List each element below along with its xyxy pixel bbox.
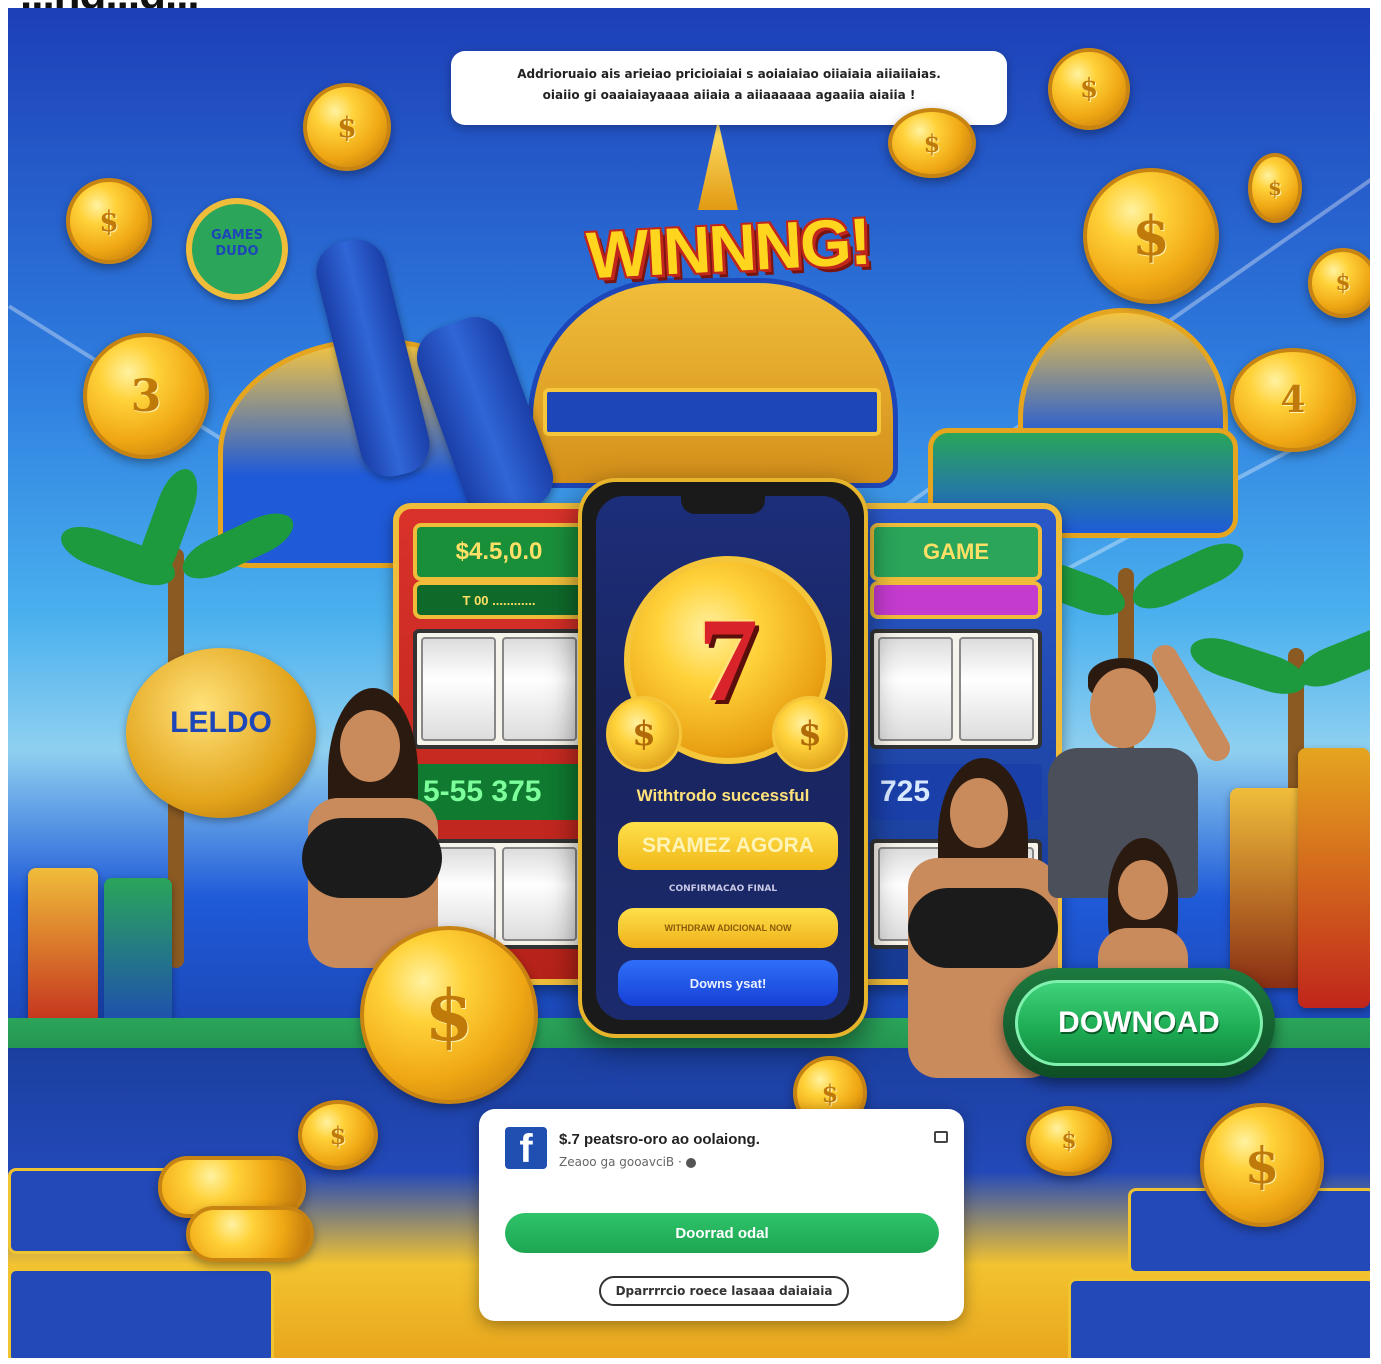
badge-label: GAMES DUDO (211, 228, 263, 259)
slot-reel (502, 847, 577, 941)
coin-symbol: $ (923, 128, 941, 158)
games-badge-sign: GAMES DUDO (186, 198, 288, 300)
slot-reel (959, 637, 1034, 741)
coin-symbol: $ (337, 110, 357, 144)
floor-tile (1068, 1278, 1370, 1358)
coin-symbol: $ (1335, 270, 1351, 296)
gold-coin: $ (1083, 168, 1219, 304)
gold-coin-stack (186, 1206, 314, 1262)
withdraw-additional-button[interactable]: WITHDRAW ADICIONAL NOW (618, 908, 838, 948)
gold-coin: $ (66, 178, 152, 264)
coin-symbol: 4 (1280, 379, 1306, 421)
fb-card-title: $.7 peatsro-oro ao oolaiong. (559, 1131, 760, 1148)
slot-reel (421, 637, 496, 741)
arcade-machine (1298, 748, 1370, 1008)
share-icon[interactable] (934, 1131, 948, 1143)
download-pill-label: DOWNOAD (1015, 980, 1263, 1066)
fb-download-button[interactable]: Doorrad odal (505, 1213, 939, 1253)
fb-subtitle-text: Zeaoo ga gooavciB (559, 1155, 675, 1169)
slot-reels (413, 629, 585, 749)
slot-right-banner (870, 581, 1042, 619)
tooltip-line-2: oiaiio gi oaaiaiayaaaa aiiaia a aiiaaaaa… (542, 88, 916, 102)
slot-reels (870, 629, 1042, 749)
slot-jackpot-value: $4.5,0.0 (455, 538, 543, 565)
coin-symbol: $ (821, 1078, 839, 1108)
lantern-label: LELDO (170, 706, 272, 739)
coin-symbol: $ (1061, 1128, 1077, 1154)
gold-coin: $ (360, 926, 538, 1104)
crown-spike (698, 120, 738, 210)
gold-coin: $ (1248, 153, 1302, 223)
coin-symbol: $ (99, 204, 119, 238)
gold-coin: $ (1026, 1106, 1112, 1176)
gold-coin: $ (1048, 48, 1130, 130)
phone-mockup: 7 $ $ Withtrodo successful SRAMEZ AGORA … (578, 478, 868, 1038)
slot-right-display: GAME (870, 523, 1042, 581)
phone-caption: CONFIRMACAO FINAL (668, 884, 778, 894)
download-now-button[interactable]: Downs ysat! (618, 960, 838, 1006)
slot-win-value: 5-55 375 (413, 764, 585, 820)
side-coin-left: $ (606, 696, 682, 772)
phone-notch (681, 496, 765, 514)
coin-symbol: $ (424, 973, 474, 1057)
coin-symbol: $ (329, 1120, 347, 1150)
gold-coin: $ (303, 83, 391, 171)
slot-reel (502, 637, 577, 741)
download-pill-button[interactable]: DOWNOAD (1003, 968, 1275, 1078)
gold-coin: $ (1200, 1103, 1324, 1227)
coin-symbol: $ (1132, 204, 1170, 268)
fb-card-subtitle: Zeaoo ga gooavciB · (559, 1155, 696, 1169)
top-strip: ...ng...g... (0, 0, 1381, 8)
coin-symbol: $ (1079, 74, 1099, 104)
winning-title: WINNNG! (584, 203, 872, 293)
phone-screen: 7 $ $ Withtrodo successful SRAMEZ AGORA … (596, 496, 850, 1020)
arcade-machine (104, 878, 172, 1038)
seven-symbol: 7 (698, 593, 758, 726)
facebook-logo-letter: f (519, 1127, 533, 1169)
slot-right-label: GAME (923, 539, 989, 564)
cropped-headline: ...ng...g... (20, 0, 200, 8)
coin-symbol: $ (1268, 176, 1282, 200)
gold-coin: $ (1308, 248, 1370, 318)
slot-jackpot-display: $4.5,0.0 (413, 523, 585, 581)
gold-coin: 4 (1230, 348, 1356, 452)
palace-band (543, 388, 881, 436)
coin-symbol: $ (1244, 1135, 1280, 1195)
slot-sub-text: T 00 ............ (462, 592, 536, 608)
sacar-agora-button[interactable]: SRAMEZ AGORA (618, 822, 838, 870)
dollar-symbol: $ (632, 714, 656, 754)
gold-coin: $ (298, 1100, 378, 1170)
arcade-machine (28, 868, 98, 1038)
tooltip-line-1: Addrioruaio ais arieiao pricioiaiai s ao… (517, 67, 941, 81)
facebook-post-card: f $.7 peatsro-oro ao oolaiong. Zeaoo ga … (479, 1109, 964, 1321)
gold-coin: $ (888, 108, 976, 178)
floor-tile (8, 1268, 274, 1358)
side-coin-right: $ (772, 696, 848, 772)
globe-icon (685, 1157, 696, 1168)
slot-reel (878, 637, 953, 741)
slot-sub-display: T 00 ............ (413, 581, 585, 619)
palace-crown (528, 278, 898, 488)
golden-lantern: LELDO (126, 648, 316, 818)
dollar-symbol: $ (798, 714, 822, 754)
withdraw-status: Withtrodo successful (636, 786, 810, 805)
fb-subtitle-dot: · (678, 1155, 682, 1169)
fb-secondary-button[interactable]: Dparrrrcio roece lasaaa daiaiaia (599, 1276, 849, 1306)
facebook-logo-icon: f (505, 1127, 547, 1169)
promo-scene: LELDO GAMES DUDO $4.5,0.0 T 00 .........… (8, 8, 1370, 1358)
coin-symbol: 3 (130, 370, 162, 422)
gold-coin: 3 (83, 333, 209, 459)
